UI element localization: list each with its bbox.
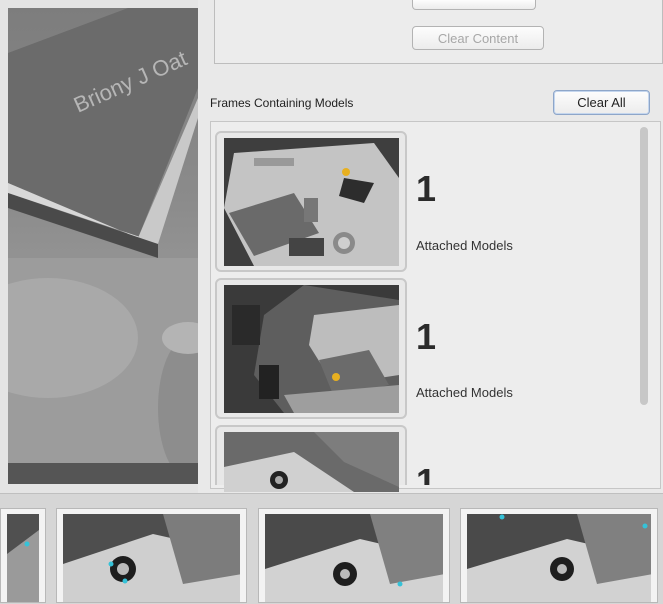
main-video-frame[interactable]: Briony J Oat [8, 8, 198, 484]
filmstrip-thumbnail [63, 514, 240, 602]
model-count: 1 [416, 168, 437, 209]
filmstrip-frame[interactable] [0, 508, 46, 603]
scroll-thumb[interactable] [640, 127, 648, 405]
model-marker [342, 168, 350, 176]
frame-card[interactable] [215, 131, 407, 272]
frame-thumbnail [224, 138, 399, 266]
clear-all-button[interactable]: Clear All [553, 90, 650, 115]
attached-models-label: Attached Models [416, 385, 513, 400]
clear-content-button[interactable]: Clear Content [412, 26, 544, 50]
frame-thumbnail [224, 432, 399, 492]
filmstrip-frame[interactable] [56, 508, 247, 603]
filmstrip-frame[interactable] [460, 508, 658, 603]
frame-thumbnail [224, 285, 399, 413]
main-photo-image: Briony J Oat [8, 8, 198, 484]
frame-card[interactable] [215, 278, 407, 419]
model-count: 1 [416, 461, 437, 485]
model-marker [332, 373, 340, 381]
frames-panel-title: Frames Containing Models [210, 96, 354, 110]
attached-models-label: Attached Models [416, 238, 513, 253]
model-count: 1 [416, 316, 437, 357]
filmstrip-frame[interactable] [258, 508, 450, 603]
filmstrip-thumbnail [265, 514, 443, 602]
partial-button[interactable] [412, 0, 536, 10]
filmstrip-thumbnail [467, 514, 651, 602]
frame-card[interactable] [215, 425, 407, 492]
filmstrip-thumbnail [7, 514, 39, 602]
